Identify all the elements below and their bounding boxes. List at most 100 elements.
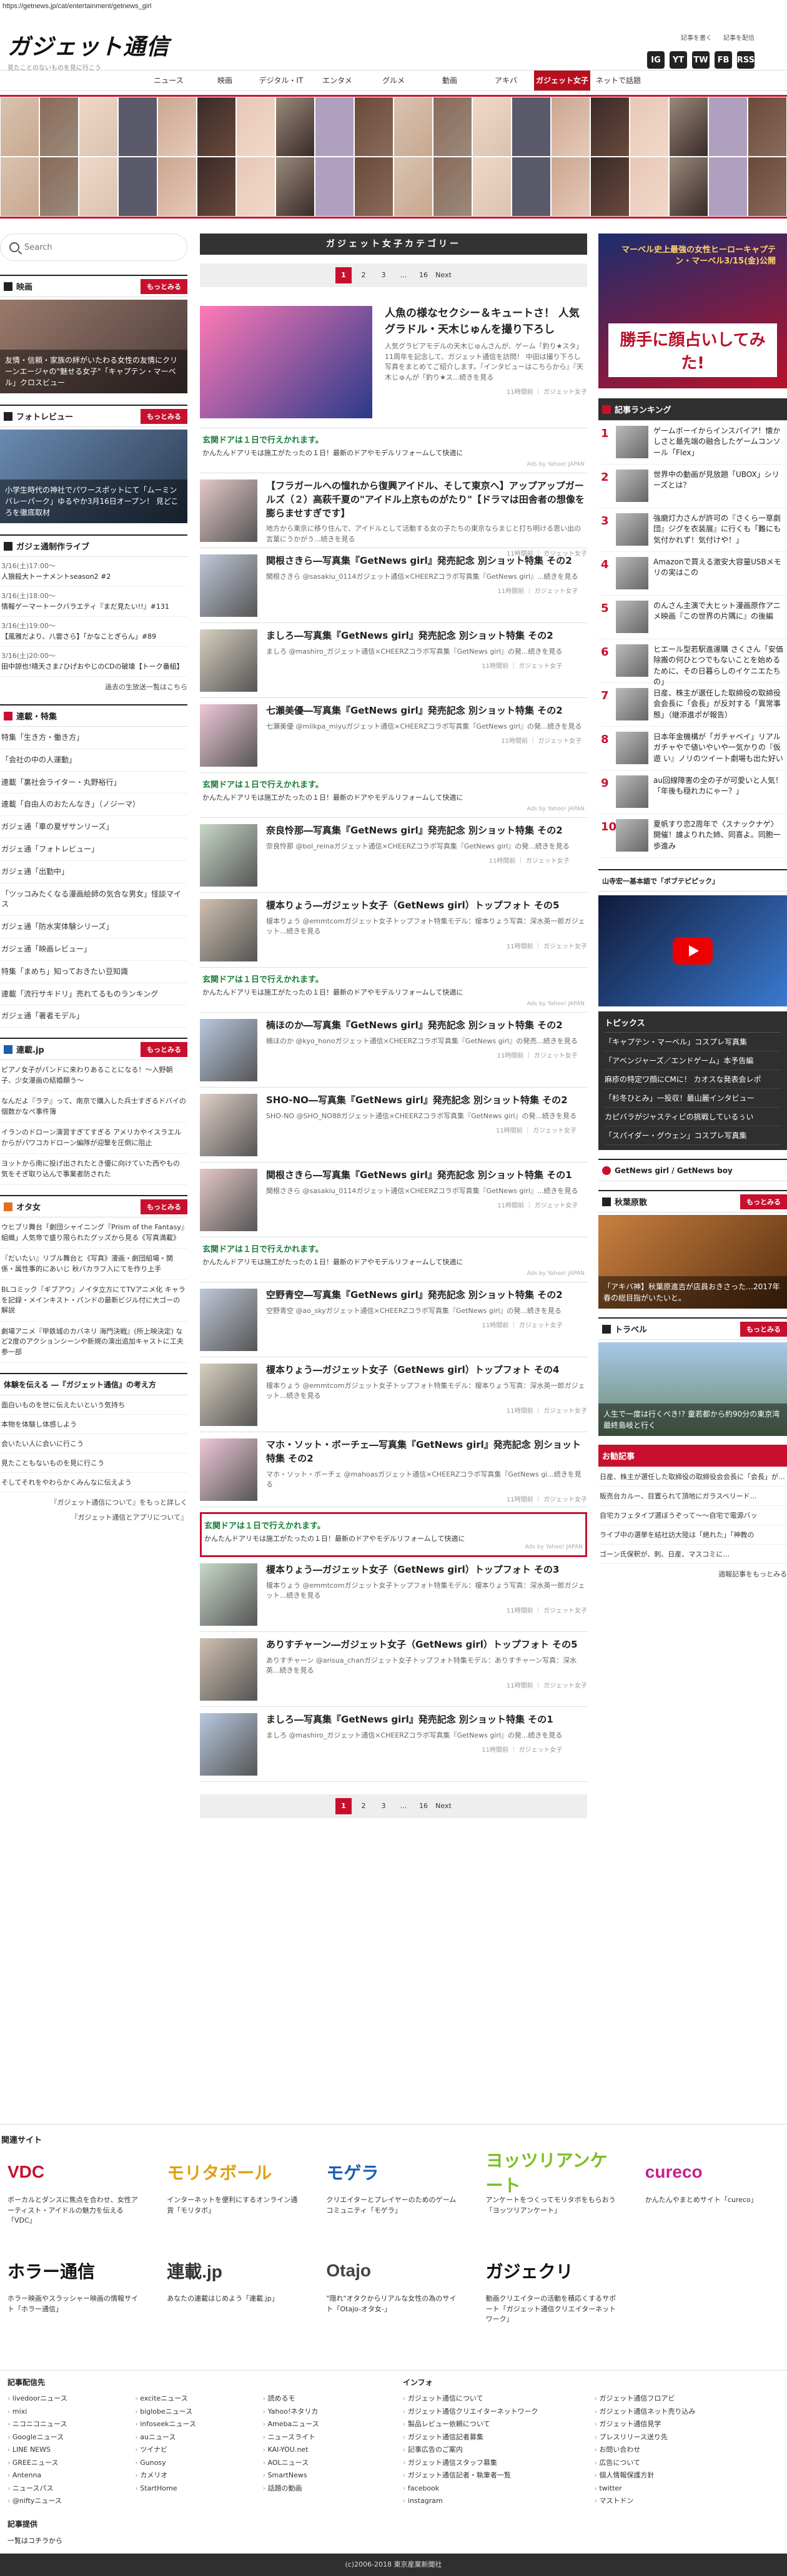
nav-item-gourmet[interactable]: グルメ — [365, 71, 422, 91]
list-item[interactable]: カピバラがジャスティピの挑戦しているぅい — [605, 1108, 781, 1126]
related-site[interactable]: ガジェクリ 動画クリエイターの活動を積応くするサポート「ガジェット通信クリエイター… — [486, 2251, 620, 2335]
nav-item-news[interactable]: ニュース — [141, 71, 197, 91]
banner-photo[interactable] — [315, 97, 354, 157]
article-title[interactable]: ましろ―写真集『GetNews girl』発売記念 別ショット特集 その1 — [266, 1713, 562, 1727]
related-site[interactable]: ホラー通信 ホラー映画やスラッシャー映画の情報サイト「ホラー通信」 — [7, 2251, 142, 2335]
list-item[interactable]: BLコミック『ギブアウ』ノイタ立方にてTVアニメ化 キャラを記録・メインキスト・… — [0, 1280, 187, 1322]
footer-link[interactable]: KAI-YOU.net — [263, 2445, 384, 2456]
footer-link[interactable]: facebook — [403, 2484, 588, 2494]
movies-more-button[interactable]: もっとみる — [141, 278, 187, 294]
ranking-thumbnail[interactable] — [616, 819, 648, 852]
list-item[interactable]: 「杉冬ひとみ」一投収！最山麗インタビュー — [605, 1089, 781, 1108]
related-logo[interactable]: モゲラ — [326, 2153, 460, 2191]
footer-link[interactable]: ガジェット通信見学 — [595, 2419, 780, 2430]
travel-photo[interactable]: 人生で一度は行くべき!? 童若都から約90分の東京湾最終島岐と行く — [598, 1342, 787, 1436]
article-item[interactable]: 空野青空―写真集『GetNews girl』発売記念 別ショット特集 その2 空野… — [200, 1282, 587, 1357]
article-title[interactable]: 空野青空―写真集『GetNews girl』発売記念 別ショット特集 その2 — [266, 1289, 563, 1302]
ranking-item[interactable]: 8 日本年金機構が「ガチャベイ」リアルガチャやで値いやいや一気かりの『仮遊 い』ノ… — [598, 727, 787, 770]
page-link[interactable]: 16 — [415, 1798, 432, 1814]
banner-photo[interactable] — [315, 157, 354, 217]
list-item[interactable]: 3/16(土)20:00〜 田中諒也!晴天さま♪ひげおやじのCDの破壊【トーク番組… — [0, 647, 187, 677]
article-item[interactable]: 七瀬美優―写真集『GetNews girl』発売記念 別ショット特集 その2 七瀬… — [200, 698, 587, 773]
pickup-more-link[interactable]: 週報記事をもっとみる — [598, 1564, 787, 1584]
experience-link-1[interactable]: 『ガジェット通信について』をもっと詳しく — [0, 1492, 187, 1512]
article-thumbnail[interactable] — [200, 1169, 257, 1231]
nav-item-gadget-girls[interactable]: ガジェット女子 — [534, 71, 590, 91]
article-item[interactable]: 関根さきら―写真集『GetNews girl』発売記念 別ショット特集 その1 関… — [200, 1163, 587, 1237]
footer-link[interactable]: 広告について — [595, 2458, 780, 2469]
article-thumbnail[interactable] — [200, 1289, 257, 1351]
banner-photo[interactable] — [236, 157, 275, 217]
footer-link[interactable]: Yahoo!ネタリカ — [263, 2407, 384, 2417]
footer-link[interactable]: LINE NEWS — [7, 2445, 129, 2456]
article-title[interactable]: 榎本りょう―ガジェット女子（GetNews girl）トップフォト その3 — [266, 1563, 587, 1577]
article-title[interactable]: 榎本りょう―ガジェット女子（GetNews girl）トップフォト その4 — [266, 1364, 587, 1377]
banner-photo[interactable] — [512, 157, 551, 217]
footer-link[interactable]: ニュースパス — [7, 2484, 129, 2494]
related-logo[interactable]: モリタボール — [167, 2153, 301, 2191]
travel-more-button[interactable]: もっとみる — [740, 1321, 787, 1337]
list-item[interactable]: 見たこともないものを見に行こう — [0, 1453, 187, 1473]
getnews-girl-title-text[interactable]: GetNews girl / GetNews boy — [615, 1166, 733, 1175]
list-item[interactable]: 連載「自由人のおたんなき」（ノジーマ） — [0, 794, 187, 817]
ranking-thumbnail[interactable] — [616, 775, 648, 808]
list-item[interactable]: ガジェ通「車の夏ザサンリーズ」 — [0, 816, 187, 838]
page-link[interactable]: 2 — [355, 267, 372, 283]
footer-link[interactable]: Googleニュース — [7, 2432, 129, 2443]
footer-link[interactable]: 記事広告のご案内 — [403, 2445, 588, 2456]
rss-icon[interactable]: RSS — [737, 51, 755, 69]
list-item[interactable]: 3/16(土)19:00〜 【風雅だより、八雲さら】「かなことぎらん」#89 — [0, 617, 187, 647]
related-site[interactable]: Otajo "隠れ"オタクからリアルな女性の為のサイト「Otajo-オタ女-」 — [326, 2251, 460, 2335]
nav-item-akiba[interactable]: アキバ — [478, 71, 534, 91]
ranking-thumbnail[interactable] — [616, 601, 648, 633]
banner-photo[interactable] — [512, 97, 551, 157]
play-icon[interactable] — [673, 937, 713, 965]
banner-photo[interactable] — [433, 157, 472, 217]
ranking-item[interactable]: 9 au回線障害の全の子が可愛いと人気！「年後も穏れカにゃー？」 — [598, 770, 787, 814]
footer-link[interactable]: ガジェット通信について — [403, 2394, 588, 2404]
footer-link[interactable]: ニュースライト — [263, 2432, 384, 2443]
article-item[interactable]: ましろ―写真集『GetNews girl』発売記念 別ショット特集 その2 ましろ… — [200, 623, 587, 698]
instagram-icon[interactable]: IG — [647, 51, 665, 69]
related-logo[interactable]: VDC — [7, 2153, 142, 2191]
banner-photo[interactable] — [157, 97, 197, 157]
list-item[interactable]: ピアノ女子がパンドに来わりあることになる！〜入野朝子、少女漫画の結婚願う〜 — [0, 1060, 187, 1092]
footer-link[interactable]: 話題の動画 — [263, 2484, 384, 2494]
banner-photo[interactable] — [630, 157, 669, 217]
article-thumbnail[interactable] — [200, 704, 257, 767]
related-logo[interactable]: ガジェクリ — [486, 2251, 620, 2290]
write-article-link[interactable]: 記事を書く — [681, 32, 712, 42]
footer-link[interactable]: exciteニュース — [135, 2394, 256, 2404]
article-thumbnail[interactable] — [200, 1438, 257, 1501]
list-item[interactable]: 劇場アニメ『甲鉄城のカバネリ 海門決戦』(所上映決定) など2度のアクションシー… — [0, 1322, 187, 1364]
footer-link[interactable]: StartHome — [135, 2484, 256, 2494]
list-item[interactable]: 連載「裏社会ライター・丸野裕行」 — [0, 772, 187, 794]
list-item[interactable]: 麻疹の特定ワ顔にCMに！ カオスな発表会レポ — [605, 1070, 781, 1089]
article-title[interactable]: ありすチャーン―ガジェット女子（GetNews girl）トップフォト その5 — [266, 1638, 587, 1652]
footer-link[interactable]: @niftyニュース — [7, 2496, 129, 2507]
list-item[interactable]: 特集「まめち」知っておきたい豆知識 — [0, 961, 187, 983]
ranking-item[interactable]: 3 強磨灯力さんが許可の『さくら一草劇団』ジグを衣装展』に行くも「難にも気付かれず… — [598, 508, 787, 552]
movies-photo[interactable]: 友情・信頼・家族の絆がいたわる女性の友情にクリーンエージャの"魅せる女子"「キャ… — [0, 300, 187, 393]
serial-more-button[interactable]: もっとみる — [141, 1041, 187, 1057]
ranking-thumbnail[interactable] — [616, 513, 648, 546]
footer-link[interactable]: GREEニュース — [7, 2458, 129, 2469]
article-thumbnail[interactable] — [200, 479, 257, 542]
list-item[interactable]: 「ツッコみたくなる漫画絵師の気合な男女」怪談マイス — [0, 883, 187, 917]
footer-link[interactable]: ガジェット通信スタッフ募集 — [403, 2458, 588, 2469]
related-site[interactable]: 連載.jp あなたの連載はじめよう「連載.jp」 — [167, 2251, 301, 2335]
article-title[interactable]: 関根さきら―写真集『GetNews girl』発売記念 別ショット特集 その1 — [266, 1169, 578, 1182]
banner-photo[interactable] — [354, 157, 394, 217]
article-title[interactable]: ましろ―写真集『GetNews girl』発売記念 別ショット特集 その2 — [266, 629, 562, 643]
ranking-item[interactable]: 10 夏帆すり恋2周年で〈スナックナゲ〉開催！誰よりれた姉、同喜よ。同胞一歩進み — [598, 814, 787, 858]
ranking-thumbnail[interactable] — [616, 469, 648, 502]
article-title[interactable]: マホ・ソット・ボーチェ―写真集『GetNews girl』発売記念 別ショット特… — [266, 1438, 587, 1466]
list-item[interactable]: 販売台カルー、目置られて頂地にガラスベリード… — [598, 1487, 787, 1506]
page-link[interactable]: Next — [435, 1798, 452, 1814]
list-item[interactable]: 本物を体験し体感しよう — [0, 1415, 187, 1435]
article-item[interactable]: ましろ―写真集『GetNews girl』発売記念 別ショット特集 その1 ましろ… — [200, 1707, 587, 1782]
url-bar[interactable]: https://getnews.jp/cat/entertainment/get… — [0, 0, 787, 12]
experience-link-2[interactable]: 『ガジェット通信とアプリについて』 — [0, 1512, 187, 1527]
related-logo[interactable]: 連載.jp — [167, 2251, 301, 2290]
article-thumbnail[interactable] — [200, 1563, 257, 1626]
